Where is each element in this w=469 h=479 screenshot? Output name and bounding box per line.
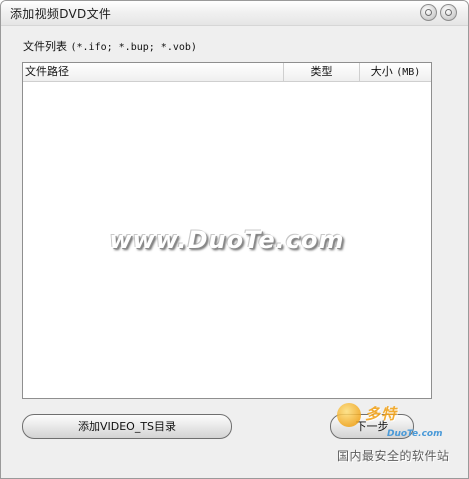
title-bar[interactable]: 添加视频DVD文件: [1, 1, 468, 26]
brand-logo-tagline: 国内最安全的软件站: [337, 449, 450, 463]
column-header-size[interactable]: 大小 (MB): [359, 63, 431, 81]
file-list-label: 文件列表 (*.ifo; *.bup; *.vob): [23, 38, 197, 54]
file-list-title: 文件列表: [23, 40, 67, 53]
close-button[interactable]: [440, 4, 457, 21]
brand-logo-name: 多特: [365, 405, 398, 423]
brand-logo-sub: DuoTe.com: [387, 429, 443, 439]
dialog-window: 添加视频DVD文件 文件列表 (*.ifo; *.bup; *.vob) 文件路…: [0, 0, 469, 479]
column-header-size-unit: (MB): [396, 67, 421, 78]
file-type-hint: (*.ifo; *.bup; *.vob): [70, 42, 197, 53]
circle-button-icon: [445, 9, 452, 16]
column-header-path[interactable]: 文件路径: [23, 63, 283, 81]
window-title: 添加视频DVD文件: [10, 7, 112, 21]
file-list[interactable]: 文件路径 类型 大小 (MB) www.DuoTe.com: [22, 62, 432, 399]
column-header-type[interactable]: 类型: [283, 63, 359, 81]
column-header-type-label: 类型: [310, 65, 333, 78]
column-header-path-label: 文件路径: [25, 65, 69, 78]
circle-button-icon: [425, 9, 432, 16]
watermark-text: www.DuoTe.com: [109, 226, 345, 254]
list-header: 文件路径 类型 大小 (MB): [23, 63, 431, 82]
minimize-button[interactable]: [420, 4, 437, 21]
brand-logo: 多特 DuoTe.com 国内最安全的软件站: [335, 399, 467, 475]
brand-logo-icon: [337, 403, 361, 427]
column-header-size-label: 大小: [370, 65, 393, 78]
add-video-ts-button[interactable]: 添加VIDEO_TS目录: [22, 414, 232, 439]
